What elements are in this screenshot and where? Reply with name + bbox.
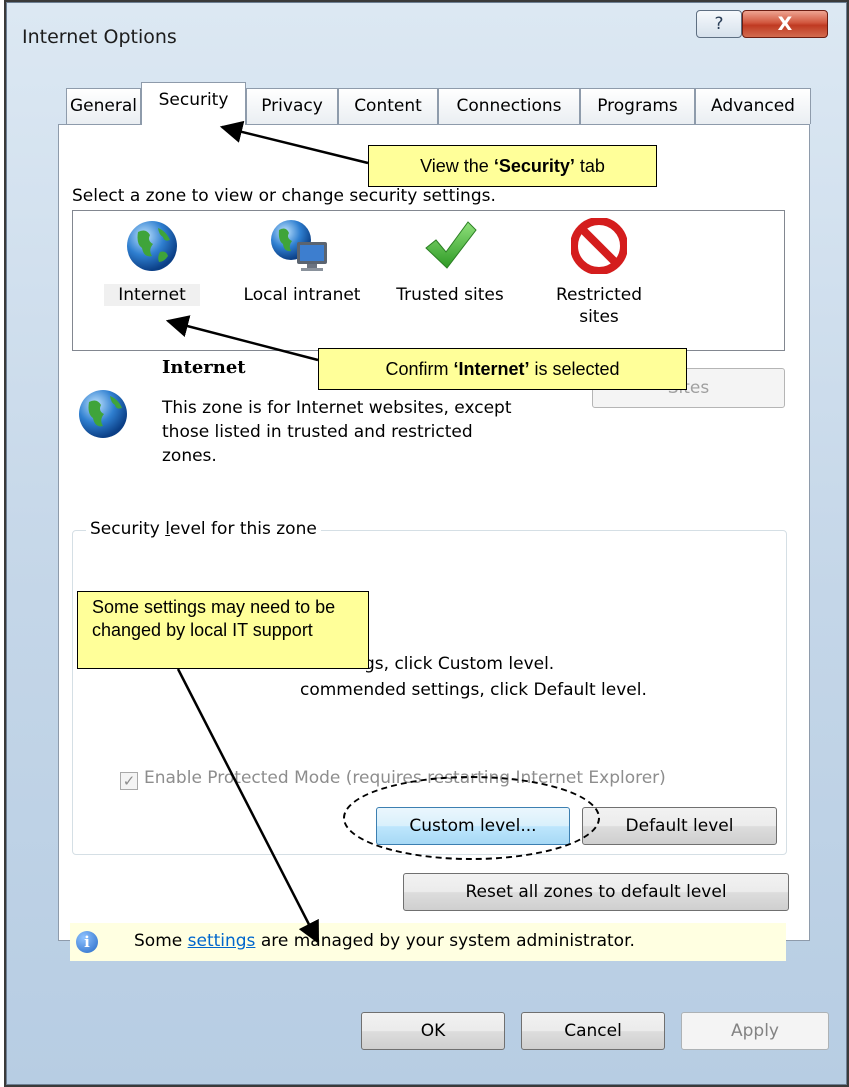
settings-link[interactable]: settings xyxy=(188,931,256,951)
callout-text: is selected xyxy=(529,359,620,379)
zone-label: Internet xyxy=(104,284,200,306)
info-message: Some settings are managed by your system… xyxy=(134,931,635,951)
custom-text-line: commended settings, click Default level. xyxy=(300,680,647,700)
callout-text: View the xyxy=(420,156,494,176)
zone-item-restricted-sites[interactable]: Restricted sites xyxy=(536,218,662,328)
tab-connections[interactable]: Connections xyxy=(438,88,580,124)
checkmark-icon: ✓ xyxy=(120,772,138,790)
callout-it-support: Some settings may need to be changed by … xyxy=(77,591,369,669)
reset-all-zones-button[interactable]: Reset all zones to default level xyxy=(403,873,789,911)
info-suffix: are managed by your system administrator… xyxy=(255,931,635,951)
cancel-button[interactable]: Cancel xyxy=(521,1012,665,1050)
no-entry-icon xyxy=(571,218,627,274)
callout-internet-selected: Confirm ‘Internet’ is selected xyxy=(318,348,687,390)
ok-button[interactable]: OK xyxy=(361,1012,505,1050)
callout-bold: ‘Security’ xyxy=(493,156,575,176)
selected-zone-title: Internet xyxy=(162,357,246,378)
help-button[interactable]: ? xyxy=(696,10,742,38)
tab-general[interactable]: General xyxy=(66,88,141,124)
callout-bold: ‘Internet’ xyxy=(453,359,530,379)
close-button[interactable]: X xyxy=(742,10,828,38)
tab-content[interactable]: Content xyxy=(338,88,438,124)
zone-label: Local intranet xyxy=(243,285,361,305)
callout-text: tab xyxy=(574,156,605,176)
zone-label: Restricted sites xyxy=(555,285,642,327)
tab-programs[interactable]: Programs xyxy=(580,88,695,124)
default-level-button[interactable]: Default level xyxy=(582,807,777,845)
tab-privacy[interactable]: Privacy xyxy=(246,88,338,124)
zone-label: Trusted sites xyxy=(396,285,504,305)
globe-icon xyxy=(127,221,177,271)
tab-security[interactable]: Security xyxy=(141,82,246,125)
apply-button: Apply xyxy=(681,1012,829,1050)
zone-item-internet[interactable]: Internet xyxy=(104,218,200,306)
zone-item-local-intranet[interactable]: Local intranet xyxy=(232,218,372,306)
dialog-title: Internet Options xyxy=(22,26,177,48)
zone-item-trusted-sites[interactable]: Trusted sites xyxy=(384,218,516,306)
zone-prompt: Select a zone to view or change security… xyxy=(72,186,496,206)
globe-icon xyxy=(79,390,127,438)
check-icon xyxy=(425,221,477,269)
callout-text: Confirm xyxy=(385,359,454,379)
security-level-legend: Security level for this zone xyxy=(86,519,321,539)
globe-computer-icon xyxy=(271,220,327,271)
custom-level-highlight xyxy=(343,776,600,860)
info-prefix: Some xyxy=(134,931,188,951)
tab-advanced[interactable]: Advanced xyxy=(695,88,811,124)
callout-security-tab: View the ‘Security’ tab xyxy=(368,145,657,187)
info-icon: i xyxy=(76,931,98,953)
selected-zone-description: This zone is for Internet websites, exce… xyxy=(162,398,512,466)
